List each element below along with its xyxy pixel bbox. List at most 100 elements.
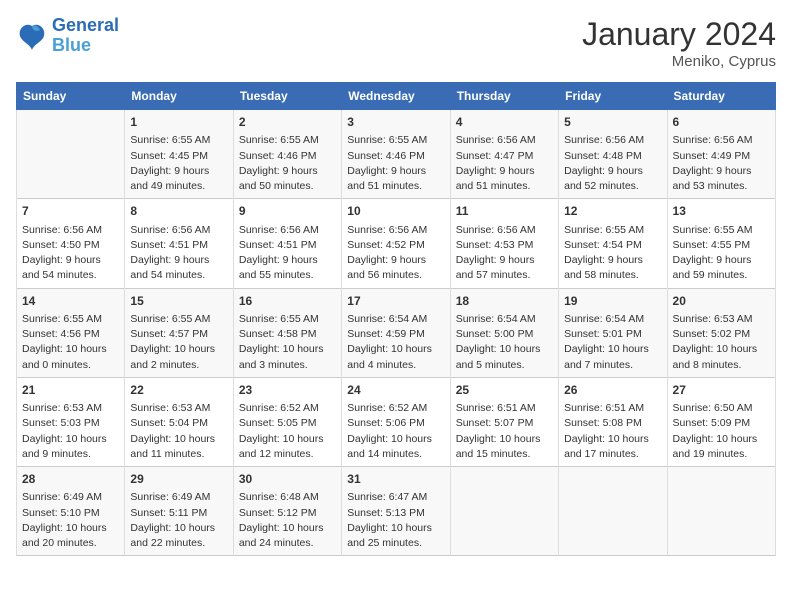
day-number: 23	[239, 382, 336, 399]
day-number: 12	[564, 203, 661, 220]
calendar-cell: 12 Sunrise: 6:55 AMSunset: 4:54 PMDayligh…	[559, 199, 667, 288]
cell-info: Sunrise: 6:52 AMSunset: 5:06 PMDaylight:…	[347, 401, 444, 462]
calendar-cell: 13 Sunrise: 6:55 AMSunset: 4:55 PMDayligh…	[667, 199, 775, 288]
day-number: 30	[239, 471, 336, 488]
day-number: 14	[22, 293, 119, 310]
cell-info: Sunrise: 6:55 AMSunset: 4:45 PMDaylight:…	[130, 133, 227, 194]
calendar-cell	[450, 467, 558, 556]
cell-info: Sunrise: 6:49 AMSunset: 5:10 PMDaylight:…	[22, 490, 119, 551]
calendar-week-row: 1Sunrise: 6:55 AMSunset: 4:45 PMDaylight…	[17, 110, 776, 199]
day-number: 21	[22, 382, 119, 399]
day-number: 9	[239, 203, 336, 220]
day-number: 26	[564, 382, 661, 399]
cell-info: Sunrise: 6:49 AMSunset: 5:11 PMDaylight:…	[130, 490, 227, 551]
calendar-cell: 21 Sunrise: 6:53 AMSunset: 5:03 PMDayligh…	[17, 377, 125, 466]
cell-info: Sunrise: 6:53 AMSunset: 5:02 PMDaylight:…	[673, 312, 770, 373]
cell-info: Sunrise: 6:53 AMSunset: 5:03 PMDaylight:…	[22, 401, 119, 462]
calendar-week-row: 21 Sunrise: 6:53 AMSunset: 5:03 PMDayligh…	[17, 377, 776, 466]
cell-info: Sunrise: 6:48 AMSunset: 5:12 PMDaylight:…	[239, 490, 336, 551]
weekday-header: Wednesday	[342, 83, 450, 110]
cell-info: Sunrise: 6:55 AMSunset: 4:46 PMDaylight:…	[239, 133, 336, 194]
day-number: 6	[673, 114, 770, 131]
calendar-cell: 23 Sunrise: 6:52 AMSunset: 5:05 PMDayligh…	[233, 377, 341, 466]
cell-info: Sunrise: 6:55 AMSunset: 4:46 PMDaylight:…	[347, 133, 444, 194]
calendar-cell: 1Sunrise: 6:55 AMSunset: 4:45 PMDaylight…	[125, 110, 233, 199]
calendar-cell: 26 Sunrise: 6:51 AMSunset: 5:08 PMDayligh…	[559, 377, 667, 466]
cell-info: Sunrise: 6:56 AMSunset: 4:49 PMDaylight:…	[673, 133, 770, 194]
day-number: 25	[456, 382, 553, 399]
location: Meniko, Cyprus	[582, 53, 776, 70]
calendar-cell: 18 Sunrise: 6:54 AMSunset: 5:00 PMDayligh…	[450, 288, 558, 377]
calendar-cell	[17, 110, 125, 199]
calendar-cell: 28 Sunrise: 6:49 AMSunset: 5:10 PMDayligh…	[17, 467, 125, 556]
day-number: 11	[456, 203, 553, 220]
calendar-cell: 17 Sunrise: 6:54 AMSunset: 4:59 PMDayligh…	[342, 288, 450, 377]
cell-info: Sunrise: 6:56 AMSunset: 4:52 PMDaylight:…	[347, 223, 444, 284]
page-header: General Blue January 2024 Meniko, Cyprus	[16, 16, 776, 70]
calendar-table: SundayMondayTuesdayWednesdayThursdayFrid…	[16, 82, 776, 556]
weekday-header-row: SundayMondayTuesdayWednesdayThursdayFrid…	[17, 83, 776, 110]
day-number: 8	[130, 203, 227, 220]
month-title: January 2024	[582, 16, 776, 53]
calendar-cell: 19 Sunrise: 6:54 AMSunset: 5:01 PMDayligh…	[559, 288, 667, 377]
calendar-week-row: 14 Sunrise: 6:55 AMSunset: 4:56 PMDayligh…	[17, 288, 776, 377]
logo: General Blue	[16, 16, 119, 56]
calendar-cell: 22Sunrise: 6:53 AMSunset: 5:04 PMDayligh…	[125, 377, 233, 466]
cell-info: Sunrise: 6:52 AMSunset: 5:05 PMDaylight:…	[239, 401, 336, 462]
calendar-cell: 5Sunrise: 6:56 AMSunset: 4:48 PMDaylight…	[559, 110, 667, 199]
day-number: 24	[347, 382, 444, 399]
cell-info: Sunrise: 6:54 AMSunset: 5:00 PMDaylight:…	[456, 312, 553, 373]
day-number: 18	[456, 293, 553, 310]
cell-info: Sunrise: 6:56 AMSunset: 4:47 PMDaylight:…	[456, 133, 553, 194]
day-number: 22	[130, 382, 227, 399]
calendar-cell: 4 Sunrise: 6:56 AMSunset: 4:47 PMDaylight…	[450, 110, 558, 199]
weekday-header: Sunday	[17, 83, 125, 110]
calendar-cell: 11Sunrise: 6:56 AMSunset: 4:53 PMDayligh…	[450, 199, 558, 288]
calendar-cell: 30 Sunrise: 6:48 AMSunset: 5:12 PMDayligh…	[233, 467, 341, 556]
calendar-cell: 20 Sunrise: 6:53 AMSunset: 5:02 PMDayligh…	[667, 288, 775, 377]
day-number: 10	[347, 203, 444, 220]
cell-info: Sunrise: 6:47 AMSunset: 5:13 PMDaylight:…	[347, 490, 444, 551]
weekday-header: Monday	[125, 83, 233, 110]
calendar-cell: 6 Sunrise: 6:56 AMSunset: 4:49 PMDaylight…	[667, 110, 775, 199]
day-number: 19	[564, 293, 661, 310]
cell-info: Sunrise: 6:54 AMSunset: 4:59 PMDaylight:…	[347, 312, 444, 373]
day-number: 27	[673, 382, 770, 399]
day-number: 31	[347, 471, 444, 488]
calendar-cell: 9 Sunrise: 6:56 AMSunset: 4:51 PMDaylight…	[233, 199, 341, 288]
calendar-cell: 31 Sunrise: 6:47 AMSunset: 5:13 PMDayligh…	[342, 467, 450, 556]
day-number: 17	[347, 293, 444, 310]
calendar-cell: 14 Sunrise: 6:55 AMSunset: 4:56 PMDayligh…	[17, 288, 125, 377]
cell-info: Sunrise: 6:55 AMSunset: 4:54 PMDaylight:…	[564, 223, 661, 284]
title-area: January 2024 Meniko, Cyprus	[582, 16, 776, 70]
cell-info: Sunrise: 6:56 AMSunset: 4:50 PMDaylight:…	[22, 223, 119, 284]
day-number: 13	[673, 203, 770, 220]
logo-text: General Blue	[52, 16, 119, 56]
calendar-cell: 8 Sunrise: 6:56 AMSunset: 4:51 PMDaylight…	[125, 199, 233, 288]
day-number: 28	[22, 471, 119, 488]
calendar-week-row: 28 Sunrise: 6:49 AMSunset: 5:10 PMDayligh…	[17, 467, 776, 556]
day-number: 29	[130, 471, 227, 488]
day-number: 16	[239, 293, 336, 310]
cell-info: Sunrise: 6:55 AMSunset: 4:58 PMDaylight:…	[239, 312, 336, 373]
day-number: 15	[130, 293, 227, 310]
logo-icon	[16, 22, 48, 50]
cell-info: Sunrise: 6:56 AMSunset: 4:51 PMDaylight:…	[239, 223, 336, 284]
day-number: 20	[673, 293, 770, 310]
weekday-header: Friday	[559, 83, 667, 110]
cell-info: Sunrise: 6:56 AMSunset: 4:51 PMDaylight:…	[130, 223, 227, 284]
cell-info: Sunrise: 6:56 AMSunset: 4:48 PMDaylight:…	[564, 133, 661, 194]
cell-info: Sunrise: 6:55 AMSunset: 4:56 PMDaylight:…	[22, 312, 119, 373]
cell-info: Sunrise: 6:55 AMSunset: 4:55 PMDaylight:…	[673, 223, 770, 284]
calendar-cell: 16 Sunrise: 6:55 AMSunset: 4:58 PMDayligh…	[233, 288, 341, 377]
day-number: 4	[456, 114, 553, 131]
cell-info: Sunrise: 6:51 AMSunset: 5:08 PMDaylight:…	[564, 401, 661, 462]
calendar-cell	[559, 467, 667, 556]
cell-info: Sunrise: 6:50 AMSunset: 5:09 PMDaylight:…	[673, 401, 770, 462]
weekday-header: Tuesday	[233, 83, 341, 110]
calendar-cell: 7Sunrise: 6:56 AMSunset: 4:50 PMDaylight…	[17, 199, 125, 288]
calendar-cell: 24 Sunrise: 6:52 AMSunset: 5:06 PMDayligh…	[342, 377, 450, 466]
cell-info: Sunrise: 6:54 AMSunset: 5:01 PMDaylight:…	[564, 312, 661, 373]
calendar-cell: 27 Sunrise: 6:50 AMSunset: 5:09 PMDayligh…	[667, 377, 775, 466]
calendar-cell: 29 Sunrise: 6:49 AMSunset: 5:11 PMDayligh…	[125, 467, 233, 556]
